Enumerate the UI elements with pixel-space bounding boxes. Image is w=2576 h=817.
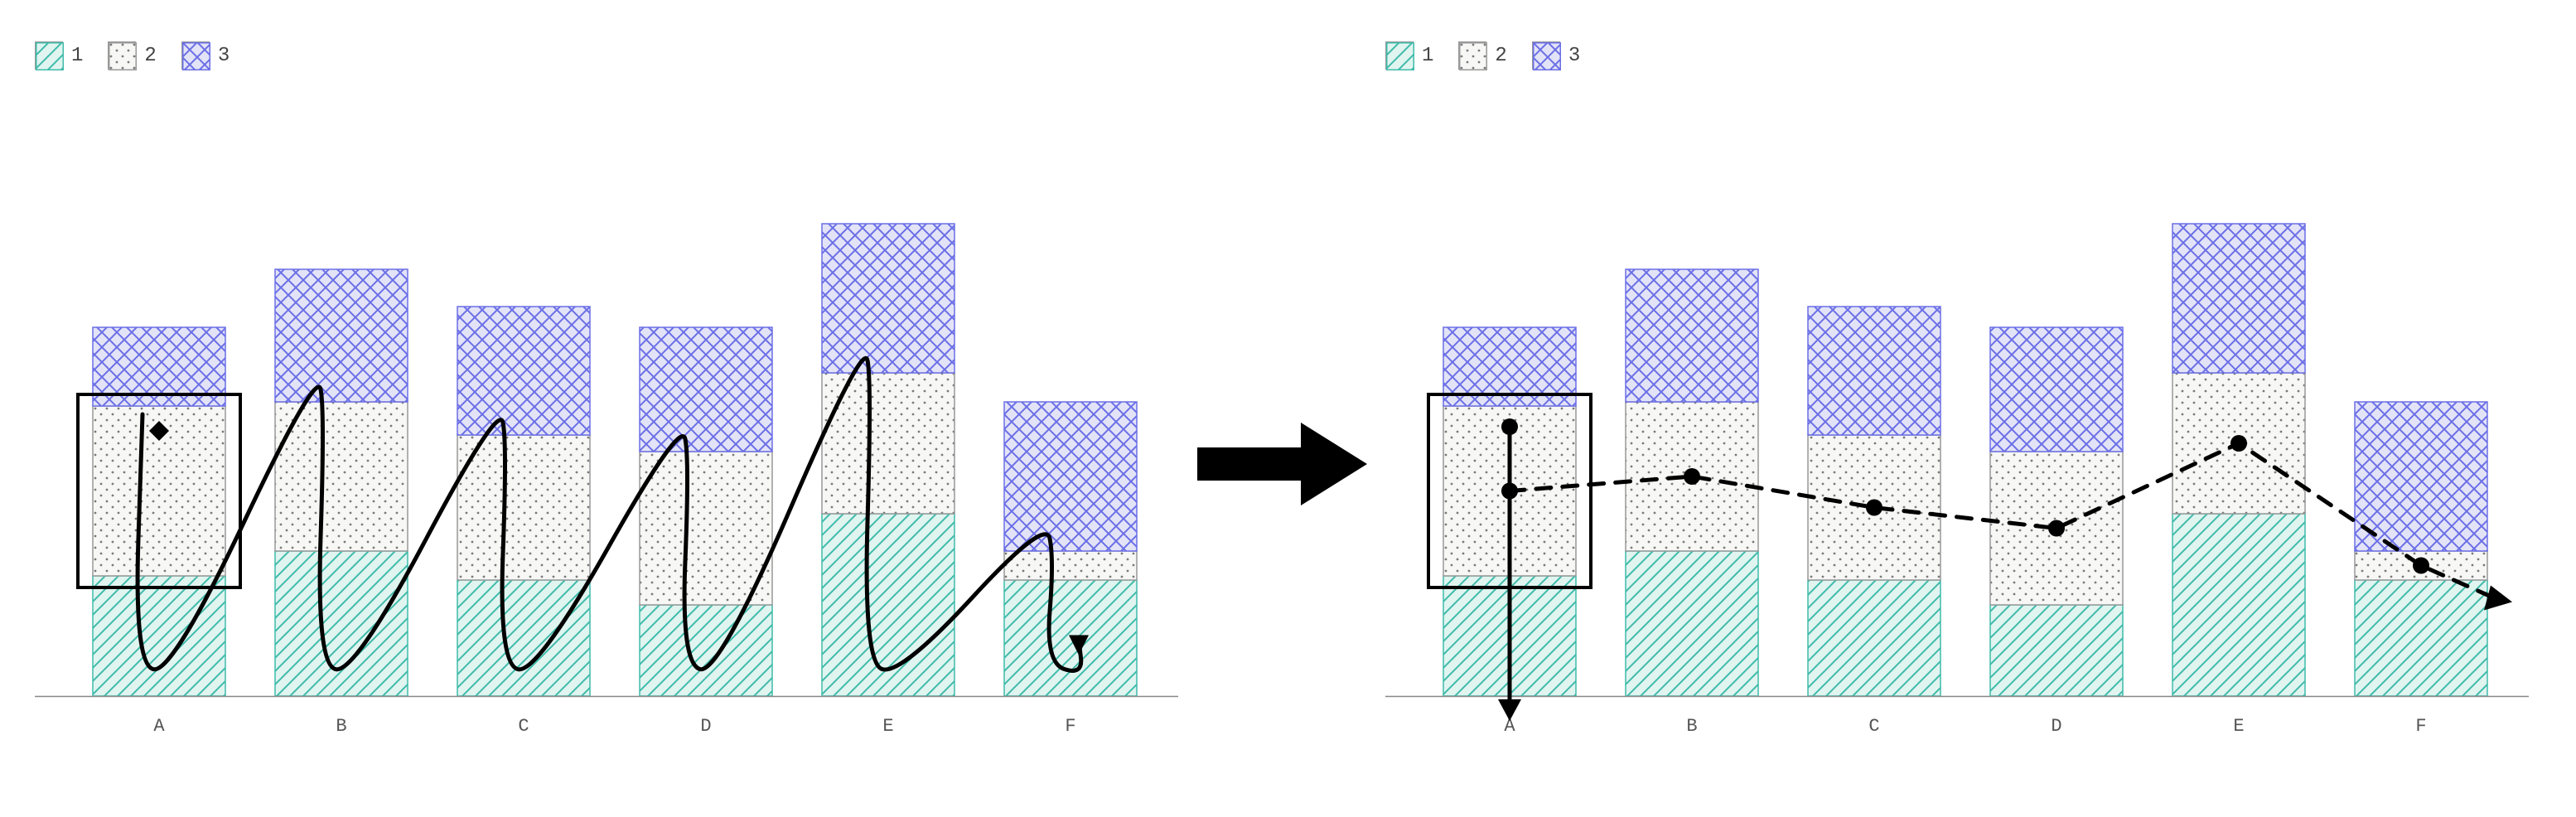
bar-seg-1 (1808, 580, 1940, 696)
marker-dot (1501, 418, 1518, 435)
bar-seg-2 (1808, 435, 1940, 580)
bar-seg-2 (640, 452, 772, 605)
bar-seg-1 (2172, 514, 2305, 696)
legend-swatch-2 (1458, 41, 1486, 70)
x-tick-label: D (2007, 716, 2106, 737)
x-tick-label: F (1021, 716, 1120, 737)
legend-swatch-3 (181, 41, 210, 70)
bar-seg-2 (1443, 406, 1576, 576)
marker-dot (2048, 520, 2065, 537)
legend-label-2: 2 (1495, 45, 1506, 67)
bar-seg-3 (2355, 402, 2487, 551)
bar-seg-3 (275, 269, 408, 402)
legend-label-3: 3 (218, 45, 230, 67)
marker-dot (2230, 435, 2247, 452)
legend-swatch-2 (108, 41, 136, 70)
legend-swatch-3 (1532, 41, 1560, 70)
bar-seg-2 (1990, 452, 2123, 605)
bar-seg-3 (1808, 307, 1940, 435)
x-tick-label: E (2189, 716, 2288, 737)
bar-seg-2 (457, 435, 590, 580)
bar-seg-2 (2355, 551, 2487, 580)
legend-item-3: 3 (1532, 41, 1580, 70)
legend-swatch-1 (35, 41, 63, 70)
bar-seg-2 (1626, 402, 1758, 551)
bar-seg-3 (457, 307, 590, 435)
bar-seg-3 (1004, 402, 1137, 551)
marker-dot (1684, 468, 1700, 485)
marker-dot (1866, 500, 1882, 516)
chart-left: ABCDEF (35, 116, 1178, 729)
legend-label-3: 3 (1568, 45, 1580, 67)
bar-seg-2 (822, 373, 955, 514)
focus-box (1428, 394, 1591, 587)
bar-seg-1 (640, 605, 772, 696)
legend-left: 1 2 3 (35, 41, 230, 70)
bar-seg-2 (93, 406, 225, 576)
bar-seg-1 (275, 551, 408, 696)
midpoint-arrowhead-icon (2484, 586, 2512, 611)
chart-right: ABCDEF (1385, 116, 2529, 729)
legend-right: 1 2 3 (1385, 41, 1580, 70)
bar-seg-3 (1443, 327, 1576, 406)
bar-seg-1 (2355, 580, 2487, 696)
legend-label-2: 2 (144, 45, 156, 67)
bar-seg-3 (1626, 269, 1758, 402)
bar-seg-3 (640, 327, 772, 452)
midpoint-path (1510, 443, 2496, 599)
legend-item-1: 1 (35, 41, 83, 70)
scan-arrowhead-icon (1069, 636, 1089, 655)
bar-seg-3 (1990, 327, 2123, 452)
bar-seg-1 (1626, 551, 1758, 696)
bar-seg-1 (1443, 576, 1576, 696)
legend-item-3: 3 (181, 41, 230, 70)
x-tick-label: C (474, 716, 573, 737)
x-tick-label: A (1460, 716, 1559, 737)
x-tick-label: B (292, 716, 391, 737)
marker-dot (2413, 558, 2429, 574)
focus-box (78, 394, 240, 587)
bar-seg-1 (457, 580, 590, 696)
legend-item-1: 1 (1385, 41, 1433, 70)
legend-item-2: 2 (1458, 41, 1506, 70)
x-tick-label: A (109, 716, 209, 737)
x-tick-label: C (1824, 716, 1924, 737)
bar-seg-1 (1990, 605, 2123, 696)
legend-swatch-1 (1385, 41, 1414, 70)
legend-item-2: 2 (108, 41, 156, 70)
x-tick-label: E (839, 716, 938, 737)
bar-seg-2 (275, 402, 408, 551)
scan-start-icon (149, 421, 169, 441)
legend-label-1: 1 (71, 45, 83, 67)
bar-seg-1 (1004, 580, 1137, 696)
bar-seg-2 (1004, 551, 1137, 580)
x-tick-label: B (1642, 716, 1742, 737)
marker-dot (1501, 483, 1518, 500)
bar-seg-1 (822, 514, 955, 696)
bar-seg-1 (93, 576, 225, 696)
x-tick-label: F (2371, 716, 2471, 737)
x-tick-label: D (656, 716, 756, 737)
bar-seg-3 (822, 224, 955, 373)
bar-seg-2 (2172, 373, 2305, 514)
scan-path (138, 358, 1081, 670)
legend-label-1: 1 (1422, 45, 1433, 67)
bar-seg-3 (93, 327, 225, 406)
bar-seg-3 (2172, 224, 2305, 373)
